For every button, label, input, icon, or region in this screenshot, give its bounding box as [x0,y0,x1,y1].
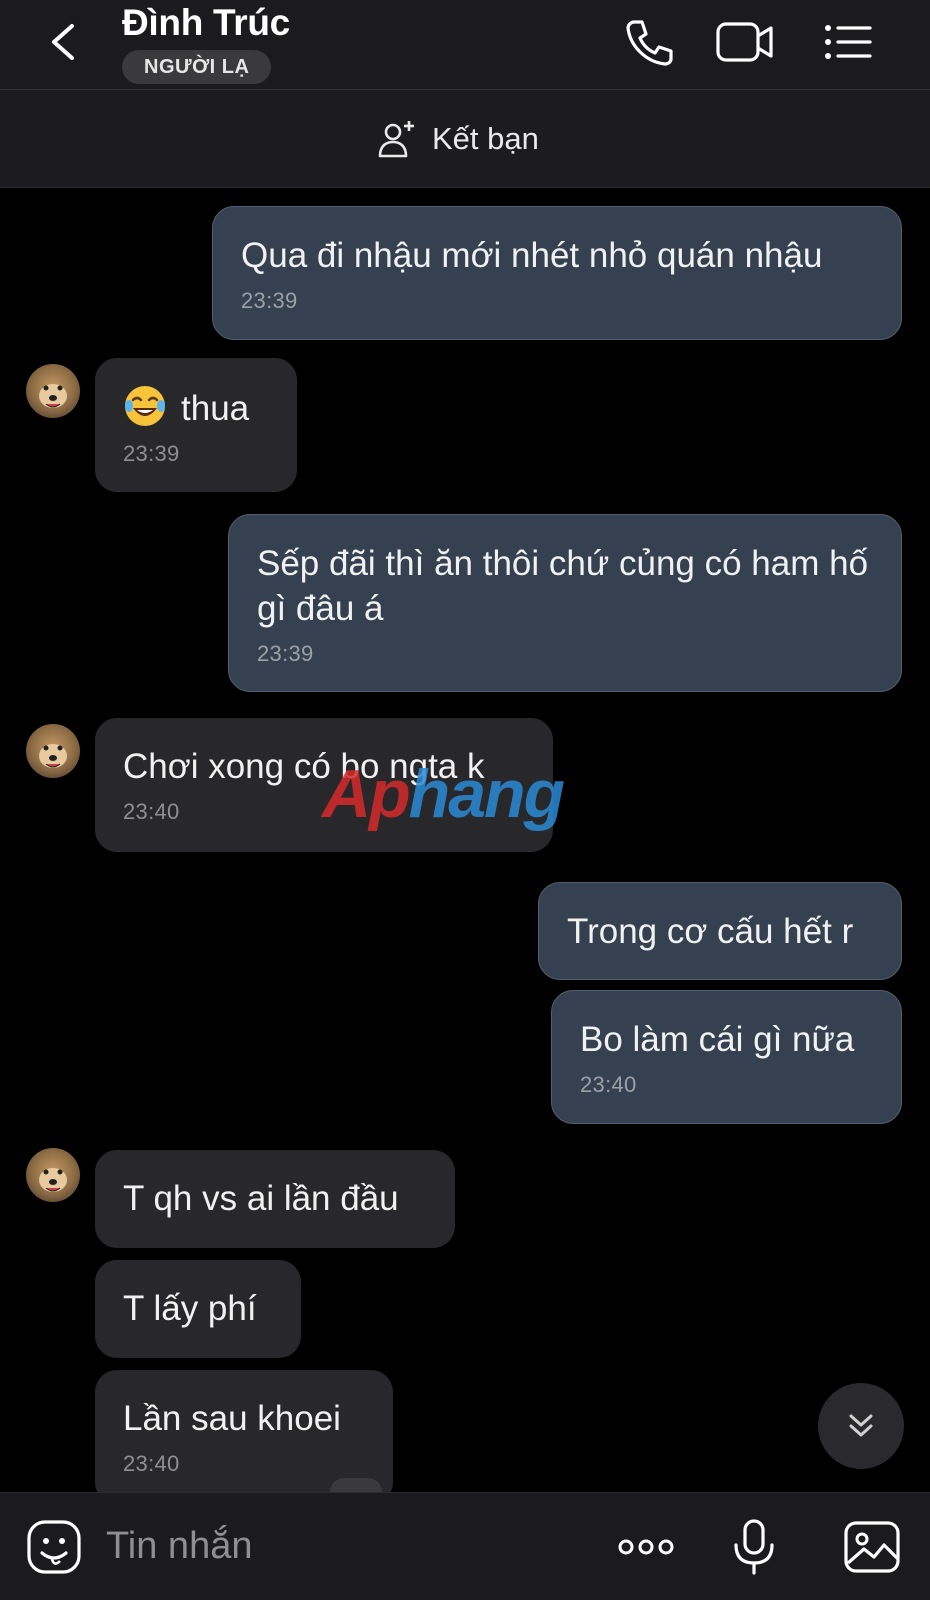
message-text: Lần sau khoei [123,1399,341,1438]
message-time: 23:40 [123,1451,180,1476]
back-chevron-icon[interactable] [40,12,90,72]
message-time: 23:40 [580,1072,637,1097]
watermark-logo: Aphang [322,755,565,833]
microphone-icon[interactable] [724,1517,784,1577]
chat-header: Đình Trúc NGƯỜI LẠ [0,0,930,90]
scroll-to-bottom-button[interactable] [818,1383,904,1469]
reaction-handle[interactable] [330,1478,382,1492]
message-time: 23:39 [123,441,180,466]
message-text-span: thua [181,389,250,428]
message-text: Sếp đãi thì ăn thôi chứ củng có ham hố g… [257,544,869,628]
message-bubble-incoming[interactable]: T qh vs ai lần đầu [95,1150,455,1248]
friend-request-bar: Kết bạn [0,90,930,188]
message-text: thua [123,384,269,431]
list-menu-icon[interactable] [818,14,878,70]
message-list[interactable]: Qua đi nhậu mới nhét nhỏ quán nhậu 23:39… [0,188,930,1492]
more-options-icon[interactable] [614,1517,678,1577]
message-input[interactable] [106,1521,526,1571]
message-text: T lấy phí [123,1289,257,1328]
message-text: Qua đi nhậu mới nhét nhỏ quán nhậu [241,236,823,275]
message-bubble-outgoing[interactable]: Sếp đãi thì ăn thôi chứ củng có ham hố g… [228,514,902,692]
message-bubble-incoming[interactable]: Lần sau khoei 23:40 [95,1370,393,1492]
message-bubble-outgoing[interactable]: Trong cơ cấu hết r [538,882,902,980]
message-bubble-outgoing[interactable]: Bo làm cái gì nữa 23:40 [551,990,902,1124]
contact-avatar[interactable] [26,1148,80,1202]
message-bubble-outgoing[interactable]: Qua đi nhậu mới nhét nhỏ quán nhậu 23:39 [212,206,902,340]
watermark-part2: hang [408,756,565,832]
contact-avatar[interactable] [26,724,80,778]
laughing-tears-emoji-icon [125,386,165,426]
message-time: 23:39 [241,288,298,313]
message-text: T qh vs ai lần đầu [123,1179,399,1218]
message-bubble-incoming[interactable]: thua 23:39 [95,358,297,492]
message-text: Trong cơ cấu hết r [567,912,854,951]
sticker-icon[interactable] [24,1517,84,1577]
message-composer [0,1492,930,1600]
message-time: 23:39 [257,641,314,666]
video-call-icon[interactable] [714,14,776,70]
contact-name[interactable]: Đình Trúc [122,2,290,44]
add-friend-icon [378,121,414,158]
watermark-part1: Ap [322,756,411,832]
add-friend-button[interactable]: Kết bạn [376,114,539,164]
contact-avatar[interactable] [26,364,80,418]
double-chevron-down-icon [849,1414,873,1437]
message-bubble-incoming[interactable]: T lấy phí [95,1260,301,1358]
image-icon[interactable] [842,1517,902,1577]
stranger-badge: NGƯỜI LẠ [122,50,272,84]
phone-icon[interactable] [620,14,680,70]
message-text: Bo làm cái gì nữa [580,1020,855,1059]
add-friend-label: Kết bạn [432,121,539,156]
